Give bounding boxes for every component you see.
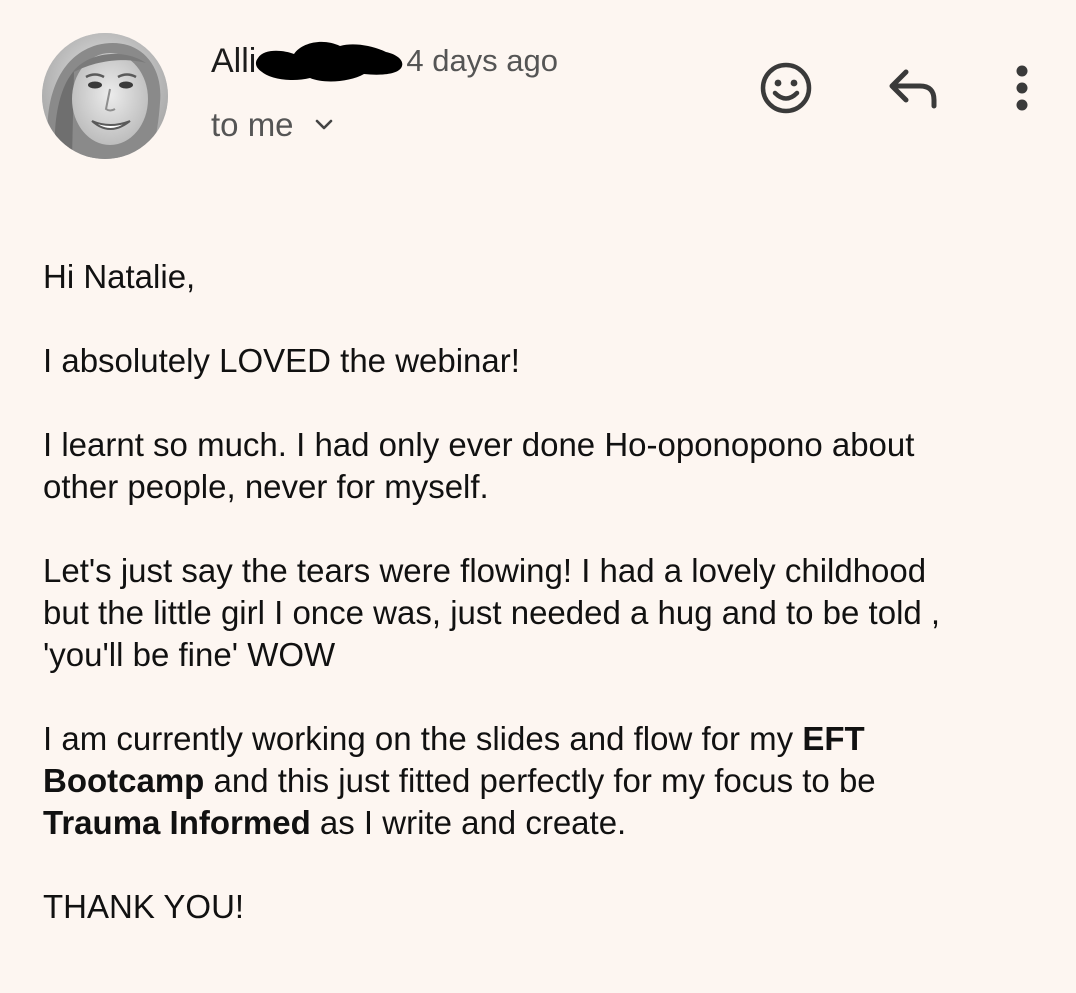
closing-text: THANK YOU! [43,888,245,925]
greeting: Hi Natalie, [43,256,1033,298]
recipient-label: to me [211,106,294,143]
recipient-details-toggle[interactable]: to me [211,103,336,147]
vertical-dots-icon [1016,65,1028,111]
email-header: Alli 4 days ago to me [0,0,1076,190]
paragraph-3-line-2: but the little girl I once was, just nee… [43,594,941,631]
paragraph-2-line-2: other people, never for myself. [43,468,489,505]
bold-eft: EFT [802,720,865,757]
reply-button[interactable] [882,58,942,118]
paragraph-2: I learnt so much. I had only ever done H… [43,424,1033,508]
sender-name[interactable]: Alli [211,42,256,81]
paragraph-3: Let's just say the tears were flowing! I… [43,550,1033,676]
chevron-down-icon [312,113,336,137]
bold-trauma-informed: Trauma Informed [43,804,311,841]
reply-arrow-icon [889,69,937,109]
avatar-photo [42,33,168,159]
paragraph-1-text: I absolutely LOVED the webinar! [43,342,520,379]
sender-avatar[interactable] [42,33,168,159]
add-reaction-button[interactable] [756,58,816,118]
paragraph-4-text-a: I am currently working on the slides and… [43,720,803,757]
paragraph-1: I absolutely LOVED the webinar! [43,340,1033,382]
timestamp: 4 days ago [406,43,559,78]
redaction-mark [254,38,404,84]
more-options-button[interactable] [992,58,1052,118]
paragraph-3-line-3: 'you'll be fine' WOW [43,636,336,673]
closing: THANK YOU! [43,886,1033,928]
smiley-face-icon [760,62,812,114]
email-body: Hi Natalie, I absolutely LOVED the webin… [43,256,1033,928]
paragraph-4-text-b: and this just fitted perfectly for my fo… [204,762,876,799]
paragraph-4-text-c: as I write and create. [310,804,627,841]
paragraph-4: I am currently working on the slides and… [43,718,1033,844]
sender-line: Alli 4 days ago [211,38,558,84]
paragraph-3-line-1: Let's just say the tears were flowing! I… [43,552,927,589]
greeting-text: Hi Natalie, [43,258,196,295]
paragraph-2-line-1: I learnt so much. I had only ever done H… [43,426,915,463]
bold-bootcamp: Bootcamp [43,762,205,799]
